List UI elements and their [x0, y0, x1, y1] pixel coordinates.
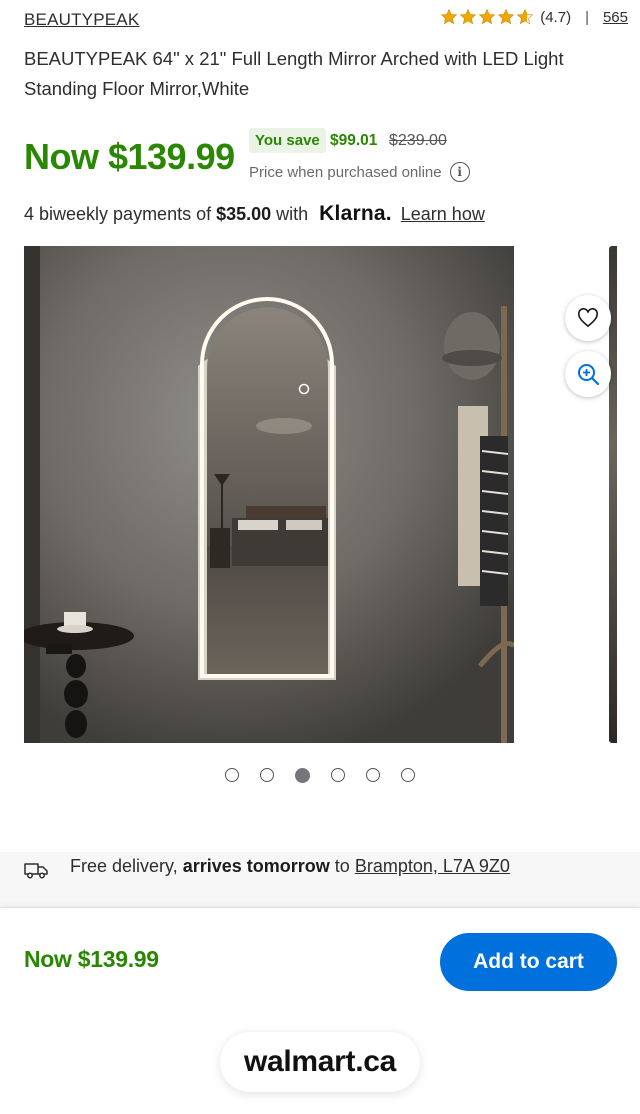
delivery-location-link[interactable]: Brampton, L7A 9Z0 — [355, 856, 510, 876]
klarna-logo: Klarna. — [319, 202, 392, 225]
brand-link[interactable]: BEAUTYPEAK — [24, 10, 139, 30]
carousel-dot[interactable] — [366, 768, 380, 782]
star-icon — [459, 8, 477, 25]
carousel-dot-active[interactable] — [295, 768, 310, 783]
add-to-cart-button[interactable]: Add to cart — [440, 933, 617, 991]
carousel-dot[interactable] — [401, 768, 415, 782]
product-photo — [24, 246, 514, 743]
payments-amount: $35.00 — [216, 204, 272, 224]
sticky-cart-bar: Now $139.99 Add to cart walmart.ca — [0, 908, 640, 1114]
zoom-button[interactable] — [565, 351, 611, 397]
rating-stars — [440, 8, 534, 26]
delivery-eta: arrives tomorrow — [182, 856, 330, 876]
klarna-payments: 4 biweekly payments of $35.00 with Klarn… — [24, 202, 485, 226]
half-star-icon — [516, 8, 534, 25]
rating-separator: | — [585, 8, 589, 26]
carousel-dot[interactable] — [260, 768, 274, 782]
price-note: Price when purchased online i — [249, 162, 470, 182]
payments-with: with — [276, 204, 309, 224]
favorite-button[interactable] — [565, 295, 611, 341]
carousel-dots — [0, 768, 640, 783]
save-amount: $99.01 — [330, 132, 378, 149]
review-count-link[interactable]: 565 — [603, 9, 628, 26]
info-icon[interactable]: i — [449, 162, 470, 182]
current-price: Now $139.99 — [24, 136, 235, 177]
star-icon — [440, 8, 458, 25]
bottom-price: Now $139.99 — [24, 946, 159, 972]
product-image[interactable] — [24, 246, 514, 743]
star-icon — [497, 8, 515, 25]
payments-prefix: 4 biweekly payments of — [24, 204, 212, 224]
you-save-badge: You save — [249, 128, 326, 153]
delivery-prefix: Free delivery, — [70, 856, 178, 876]
delivery-text: Free delivery, arrives tomorrow to Bramp… — [70, 856, 510, 877]
learn-how-link[interactable]: Learn how — [401, 204, 485, 225]
carousel-dot[interactable] — [225, 768, 239, 782]
site-url-pill[interactable]: walmart.ca — [220, 1032, 420, 1092]
truck-icon — [24, 863, 48, 879]
was-price: $239.00 — [389, 132, 447, 149]
rating-summary[interactable]: (4.7) | 565 — [440, 8, 628, 26]
star-icon — [478, 8, 496, 25]
heart-icon — [578, 308, 598, 328]
rating-score: (4.7) — [540, 8, 572, 26]
delivery-info: Free delivery, arrives tomorrow to Bramp… — [0, 852, 640, 908]
carousel-dot[interactable] — [331, 768, 345, 782]
zoom-in-icon — [578, 364, 600, 386]
delivery-to: to — [334, 856, 350, 876]
price-note-text: Price when purchased online — [249, 163, 442, 181]
product-title: BEAUTYPEAK 64" x 21" Full Length Mirror … — [24, 48, 564, 99]
